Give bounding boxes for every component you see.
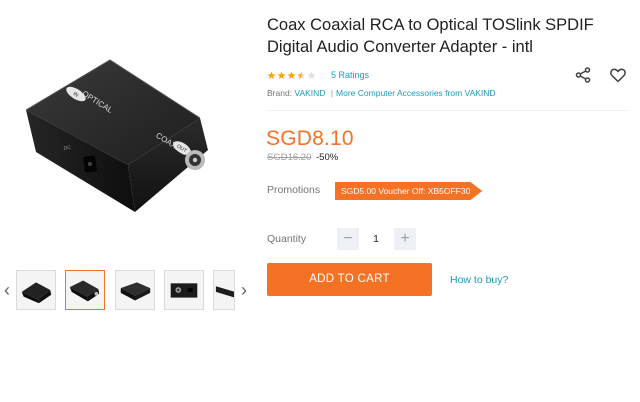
star-icon: [277, 70, 286, 79]
current-price: SGD8.10: [266, 127, 354, 150]
star-icon: [307, 70, 316, 79]
more-accessories-link[interactable]: More Computer Accessories from VAKIND: [336, 88, 496, 98]
chevron-left-icon[interactable]: ‹: [1, 280, 13, 300]
discount-badge: -50%: [316, 152, 339, 163]
thumbnail-4[interactable]: [164, 270, 204, 310]
rating-stars: [267, 70, 317, 80]
share-icon[interactable]: [574, 66, 592, 84]
original-price-row: SGD16.20 -50%: [267, 152, 338, 163]
quantity-label: Quantity: [267, 233, 307, 245]
chevron-right-icon[interactable]: ›: [238, 280, 250, 300]
brand-row: Brand: VAKIND | More Computer Accessories…: [267, 88, 496, 98]
star-icon: [287, 70, 296, 79]
thumbnail-strip: ‹ ›: [0, 268, 258, 314]
add-to-cart-button[interactable]: ADD TO CART: [267, 263, 432, 296]
heart-icon[interactable]: [609, 66, 627, 84]
thumbnail-2[interactable]: [65, 270, 105, 310]
promotions-label: Promotions: [267, 184, 321, 196]
thumbnail-3[interactable]: [115, 270, 155, 310]
thumbnail-1[interactable]: [16, 270, 56, 310]
quantity-decrease-button[interactable]: −: [337, 228, 359, 250]
quantity-input[interactable]: [363, 230, 389, 248]
voucher-tag[interactable]: SGD5.00 Voucher Off: XB5OFF30: [335, 182, 483, 200]
main-product-image[interactable]: IN OPTICAL COAXIAL OUT DC: [0, 0, 252, 258]
quantity-increase-button[interactable]: +: [394, 228, 416, 250]
brand-link[interactable]: VAKIND: [294, 88, 325, 98]
brand-label: Brand:: [267, 88, 293, 98]
original-price: SGD16.20: [267, 152, 312, 163]
star-icon: [297, 70, 306, 79]
thumbnail-5[interactable]: [213, 270, 235, 310]
ratings-link[interactable]: 5 Ratings: [331, 70, 369, 80]
divider: [267, 110, 628, 111]
star-icon: [267, 70, 276, 79]
product-title: Coax Coaxial RCA to Optical TOSlink SPDI…: [267, 16, 594, 56]
rating-row: 5 Ratings: [267, 68, 369, 82]
brand-separator: |: [330, 88, 334, 98]
how-to-buy-link[interactable]: How to buy?: [450, 274, 508, 286]
